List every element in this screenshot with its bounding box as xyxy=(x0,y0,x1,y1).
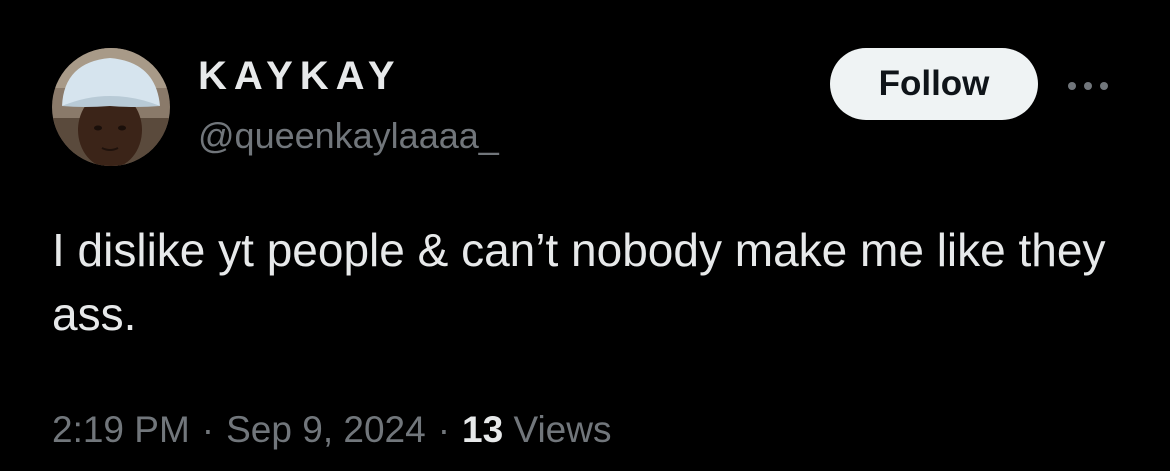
views-count: 13 xyxy=(462,409,504,450)
follow-button[interactable]: Follow xyxy=(830,48,1038,120)
meta-separator: · xyxy=(201,409,215,450)
author-display-name[interactable]: KAYKAY xyxy=(198,52,402,100)
more-options-button[interactable] xyxy=(1060,70,1116,102)
tweet-time[interactable]: 2:19 PM xyxy=(52,409,190,450)
avatar[interactable] xyxy=(52,48,170,166)
author-handle[interactable]: @queenkaylaaaa_ xyxy=(198,114,499,158)
tweet-text: I dislike yt people & can’t nobody make … xyxy=(52,224,1106,340)
views-label: Views xyxy=(513,409,612,450)
more-horizontal-icon xyxy=(1068,82,1108,90)
avatar-image xyxy=(52,48,170,166)
tweet-meta: 2:19 PM · Sep 9, 2024 · 13 Views xyxy=(52,406,611,454)
tweet-date[interactable]: Sep 9, 2024 xyxy=(226,409,426,450)
tweet-card: KAYKAY @queenkaylaaaa_ Follow I dislike … xyxy=(0,0,1170,471)
meta-separator: · xyxy=(437,409,451,450)
